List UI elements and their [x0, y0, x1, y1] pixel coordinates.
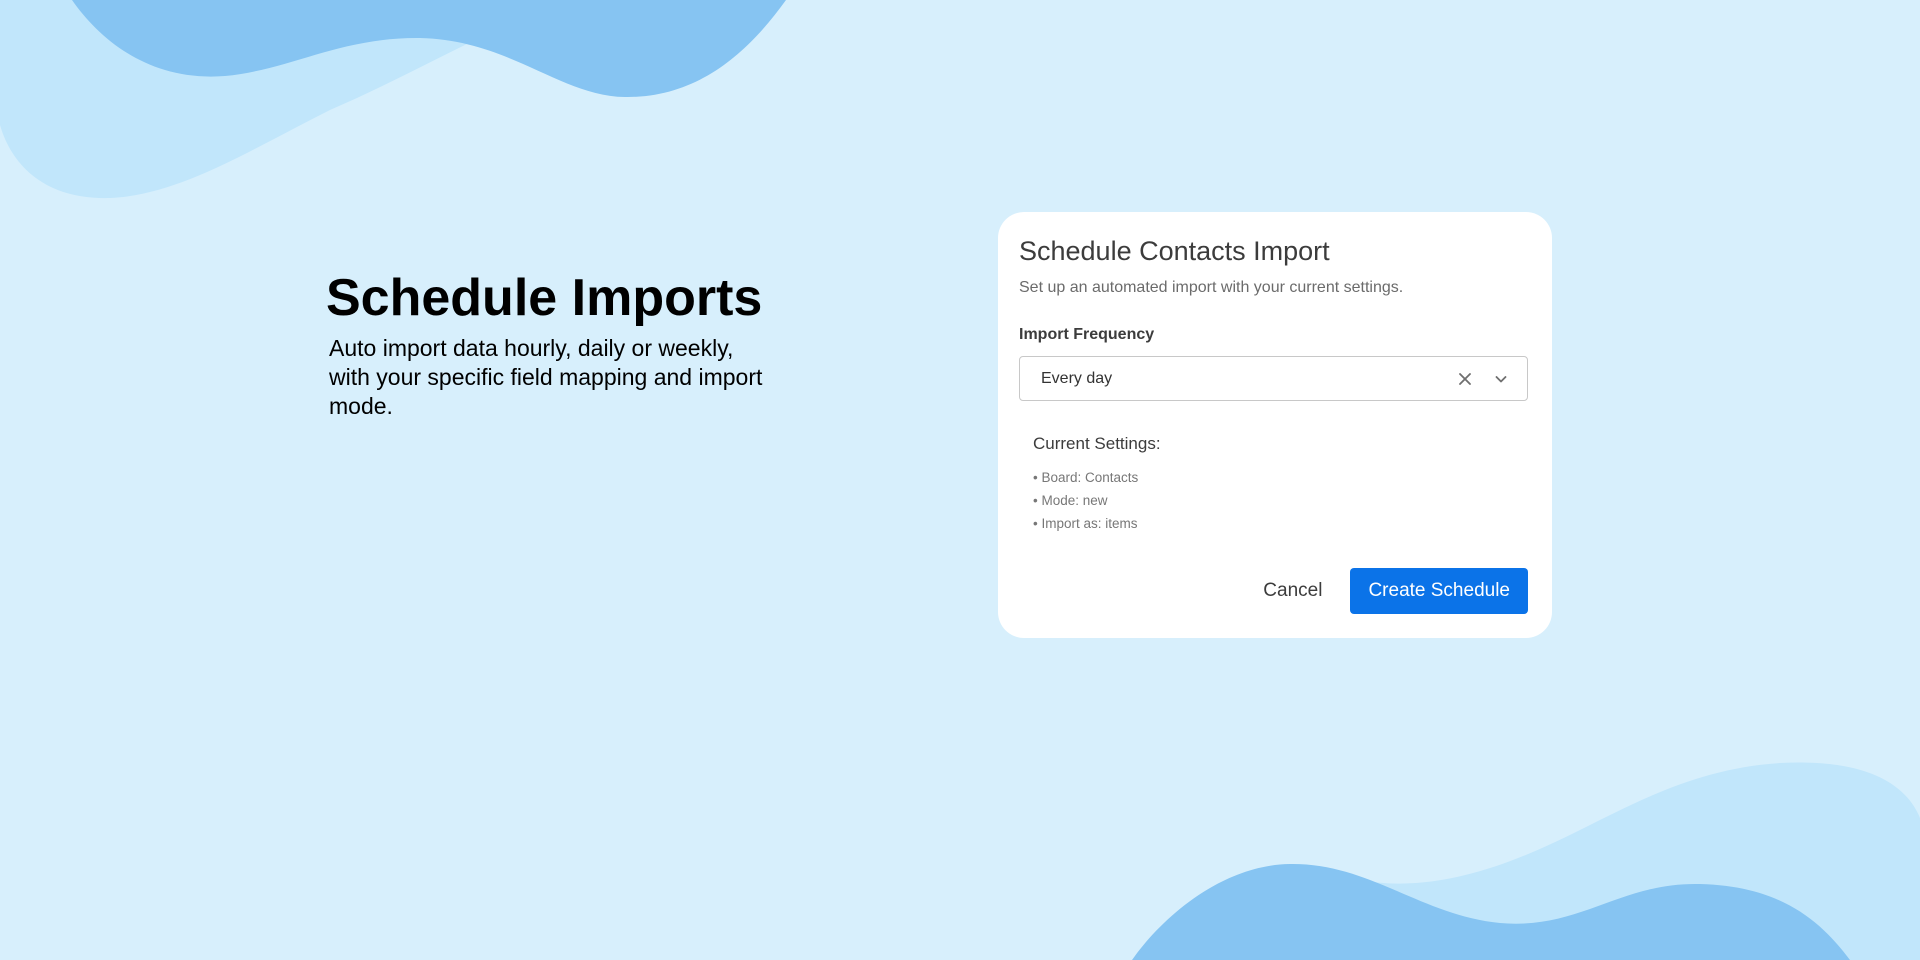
setting-mode: • Mode: new [1033, 493, 1108, 508]
current-settings: Current Settings: • Board: Contacts • Mo… [1033, 434, 1528, 535]
hero-subtitle: Auto import data hourly, daily or weekly… [329, 335, 763, 419]
setting-board: • Board: Contacts [1033, 470, 1139, 485]
background-waves [0, 0, 1920, 960]
dialog-actions: Cancel Create Schedule [1247, 568, 1528, 614]
hero-section: Schedule Imports Auto import data hourly… [326, 268, 786, 421]
dialog-description: Set up an automated import with your cur… [1019, 279, 1404, 296]
import-frequency-label: Import Frequency [1019, 326, 1155, 343]
chevron-down-icon[interactable] [1487, 365, 1515, 393]
dialog-title: Schedule Contacts Import [1019, 236, 1330, 266]
import-frequency-value: Every day [1041, 369, 1113, 387]
import-frequency-select[interactable]: Every day [1019, 356, 1528, 401]
create-schedule-button[interactable]: Create Schedule [1350, 568, 1528, 614]
hero-title: Schedule Imports [326, 269, 763, 327]
schedule-import-dialog: Schedule Contacts Import Set up an autom… [998, 212, 1552, 638]
current-settings-title: Current Settings: [1033, 434, 1161, 453]
cancel-button[interactable]: Cancel [1247, 568, 1338, 614]
setting-import-as: • Import as: items [1033, 516, 1138, 531]
current-settings-list: • Board: Contacts • Mode: new • Import a… [1033, 466, 1528, 535]
close-icon[interactable] [1451, 365, 1479, 393]
